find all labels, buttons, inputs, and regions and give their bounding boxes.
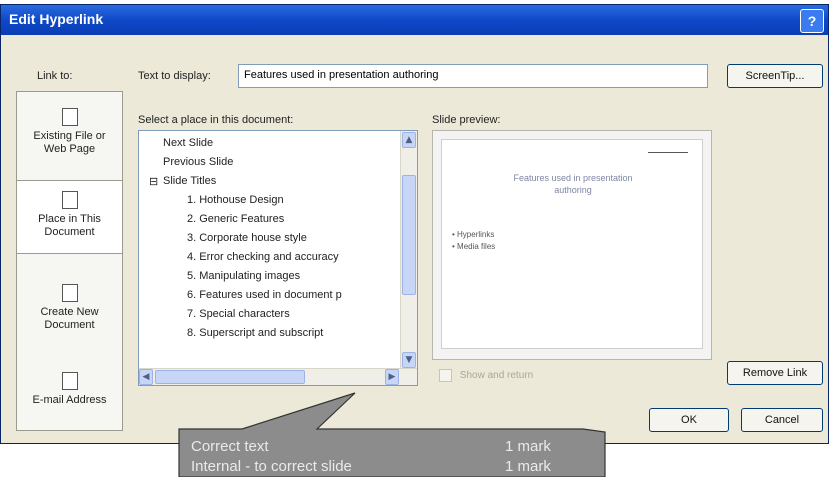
slide-header-rule xyxy=(648,152,688,153)
help-button[interactable]: ? xyxy=(800,9,824,33)
show-and-return-label: Show and return xyxy=(459,370,534,382)
tree-item-next-slide[interactable]: Next Slide xyxy=(163,137,213,149)
scroll-right-arrow-icon[interactable]: ▶ xyxy=(385,369,399,385)
link-create-new-label-line1: Create New xyxy=(40,306,99,318)
tree-slide-item[interactable]: 5. Manipulating images xyxy=(187,270,300,282)
tree-slide-item[interactable]: 3. Corporate house style xyxy=(187,232,307,244)
tree-horizontal-scrollbar[interactable]: ◀ ▶ xyxy=(139,368,417,385)
email-icon xyxy=(61,372,78,390)
slide-bullet: • Media files xyxy=(452,242,496,251)
tree-slide-item[interactable]: 7. Special characters xyxy=(187,308,290,320)
slide-bullet-text: Hyperlinks xyxy=(457,230,495,239)
slide-thumbnail: Features used in presentation authoring … xyxy=(441,139,703,349)
ok-button[interactable]: OK xyxy=(649,408,729,432)
slide-preview-label: Slide preview: xyxy=(432,114,501,126)
link-existing-file-item[interactable]: Existing File or Web Page xyxy=(17,108,122,156)
text-to-display-label: Text to display: xyxy=(138,70,211,82)
tree-item-slide-titles[interactable]: Slide Titles xyxy=(163,175,216,187)
link-to-panel: Existing File or Web Page Place in This … xyxy=(16,91,123,431)
horizontal-scroll-thumb[interactable] xyxy=(155,370,305,384)
text-to-display-input[interactable]: Features used in presentation authoring xyxy=(238,64,708,88)
slide-title: Features used in presentation authoring xyxy=(462,172,684,196)
callout-row-marks: 1 mark xyxy=(505,438,551,455)
link-email-label: E-mail Address xyxy=(32,394,107,406)
web-page-icon xyxy=(61,108,78,126)
link-place-label-line1: Place in This xyxy=(38,213,101,225)
tree-slide-item[interactable]: 1. Hothouse Design xyxy=(187,194,284,206)
cancel-button[interactable]: Cancel xyxy=(741,408,823,432)
edit-hyperlink-dialog: Edit Hyperlink ? Link to: Text to displa… xyxy=(0,4,829,444)
checkbox-square xyxy=(439,369,452,382)
tree-slide-item[interactable]: 4. Error checking and accuracy xyxy=(187,251,339,263)
screentip-button[interactable]: ScreenTip... xyxy=(727,64,823,88)
callout-row-label: Internal - to correct slide xyxy=(191,458,352,475)
tree-item-previous-slide[interactable]: Previous Slide xyxy=(163,156,233,168)
link-to-label: Link to: xyxy=(37,70,73,82)
tree-slide-item[interactable]: 8. Superscript and subscript xyxy=(187,327,323,339)
place-tree[interactable]: Next Slide Previous Slide ⊟ Slide Titles… xyxy=(138,130,418,386)
remove-link-button[interactable]: Remove Link xyxy=(727,361,823,385)
callout-row-label: Correct text xyxy=(191,438,269,455)
show-and-return-checkbox[interactable]: Show and return xyxy=(439,369,533,382)
tree-expand-toggle[interactable]: ⊟ xyxy=(149,175,158,188)
slide-preview-pane: Features used in presentation authoring … xyxy=(432,130,712,360)
document-place-icon xyxy=(61,191,78,209)
select-place-label: Select a place in this document: xyxy=(138,114,294,126)
new-document-icon xyxy=(61,284,78,302)
link-email-item[interactable]: E-mail Address xyxy=(17,372,122,407)
link-place-label-line2: Document xyxy=(44,226,95,238)
vertical-scroll-thumb[interactable] xyxy=(402,175,416,295)
slide-title-line2: authoring xyxy=(554,185,592,195)
dialog-title: Edit Hyperlink xyxy=(9,11,104,27)
title-bar[interactable]: Edit Hyperlink ? xyxy=(1,5,828,35)
callout-row-marks: 1 mark xyxy=(505,458,551,475)
link-place-in-document-item[interactable]: Place in This Document xyxy=(17,180,122,254)
link-create-new-item[interactable]: Create New Document xyxy=(17,284,122,332)
slide-title-line1: Features used in presentation xyxy=(513,173,633,183)
tree-vertical-scrollbar[interactable]: ▲ ▼ xyxy=(400,131,417,369)
scroll-left-arrow-icon[interactable]: ◀ xyxy=(139,369,153,385)
scroll-down-arrow-icon[interactable]: ▼ xyxy=(402,352,416,368)
link-create-new-label-line2: Document xyxy=(44,319,95,331)
slide-bullet: • Hyperlinks xyxy=(452,230,495,239)
scroll-up-arrow-icon[interactable]: ▲ xyxy=(402,132,416,148)
link-existing-file-label-line1: Existing File or xyxy=(33,130,106,142)
tree-slide-item[interactable]: 2. Generic Features xyxy=(187,213,284,225)
slide-bullet-text: Media files xyxy=(457,242,496,251)
tree-slide-item[interactable]: 6. Features used in document p xyxy=(187,289,342,301)
link-existing-file-label-line2: Web Page xyxy=(43,143,96,155)
